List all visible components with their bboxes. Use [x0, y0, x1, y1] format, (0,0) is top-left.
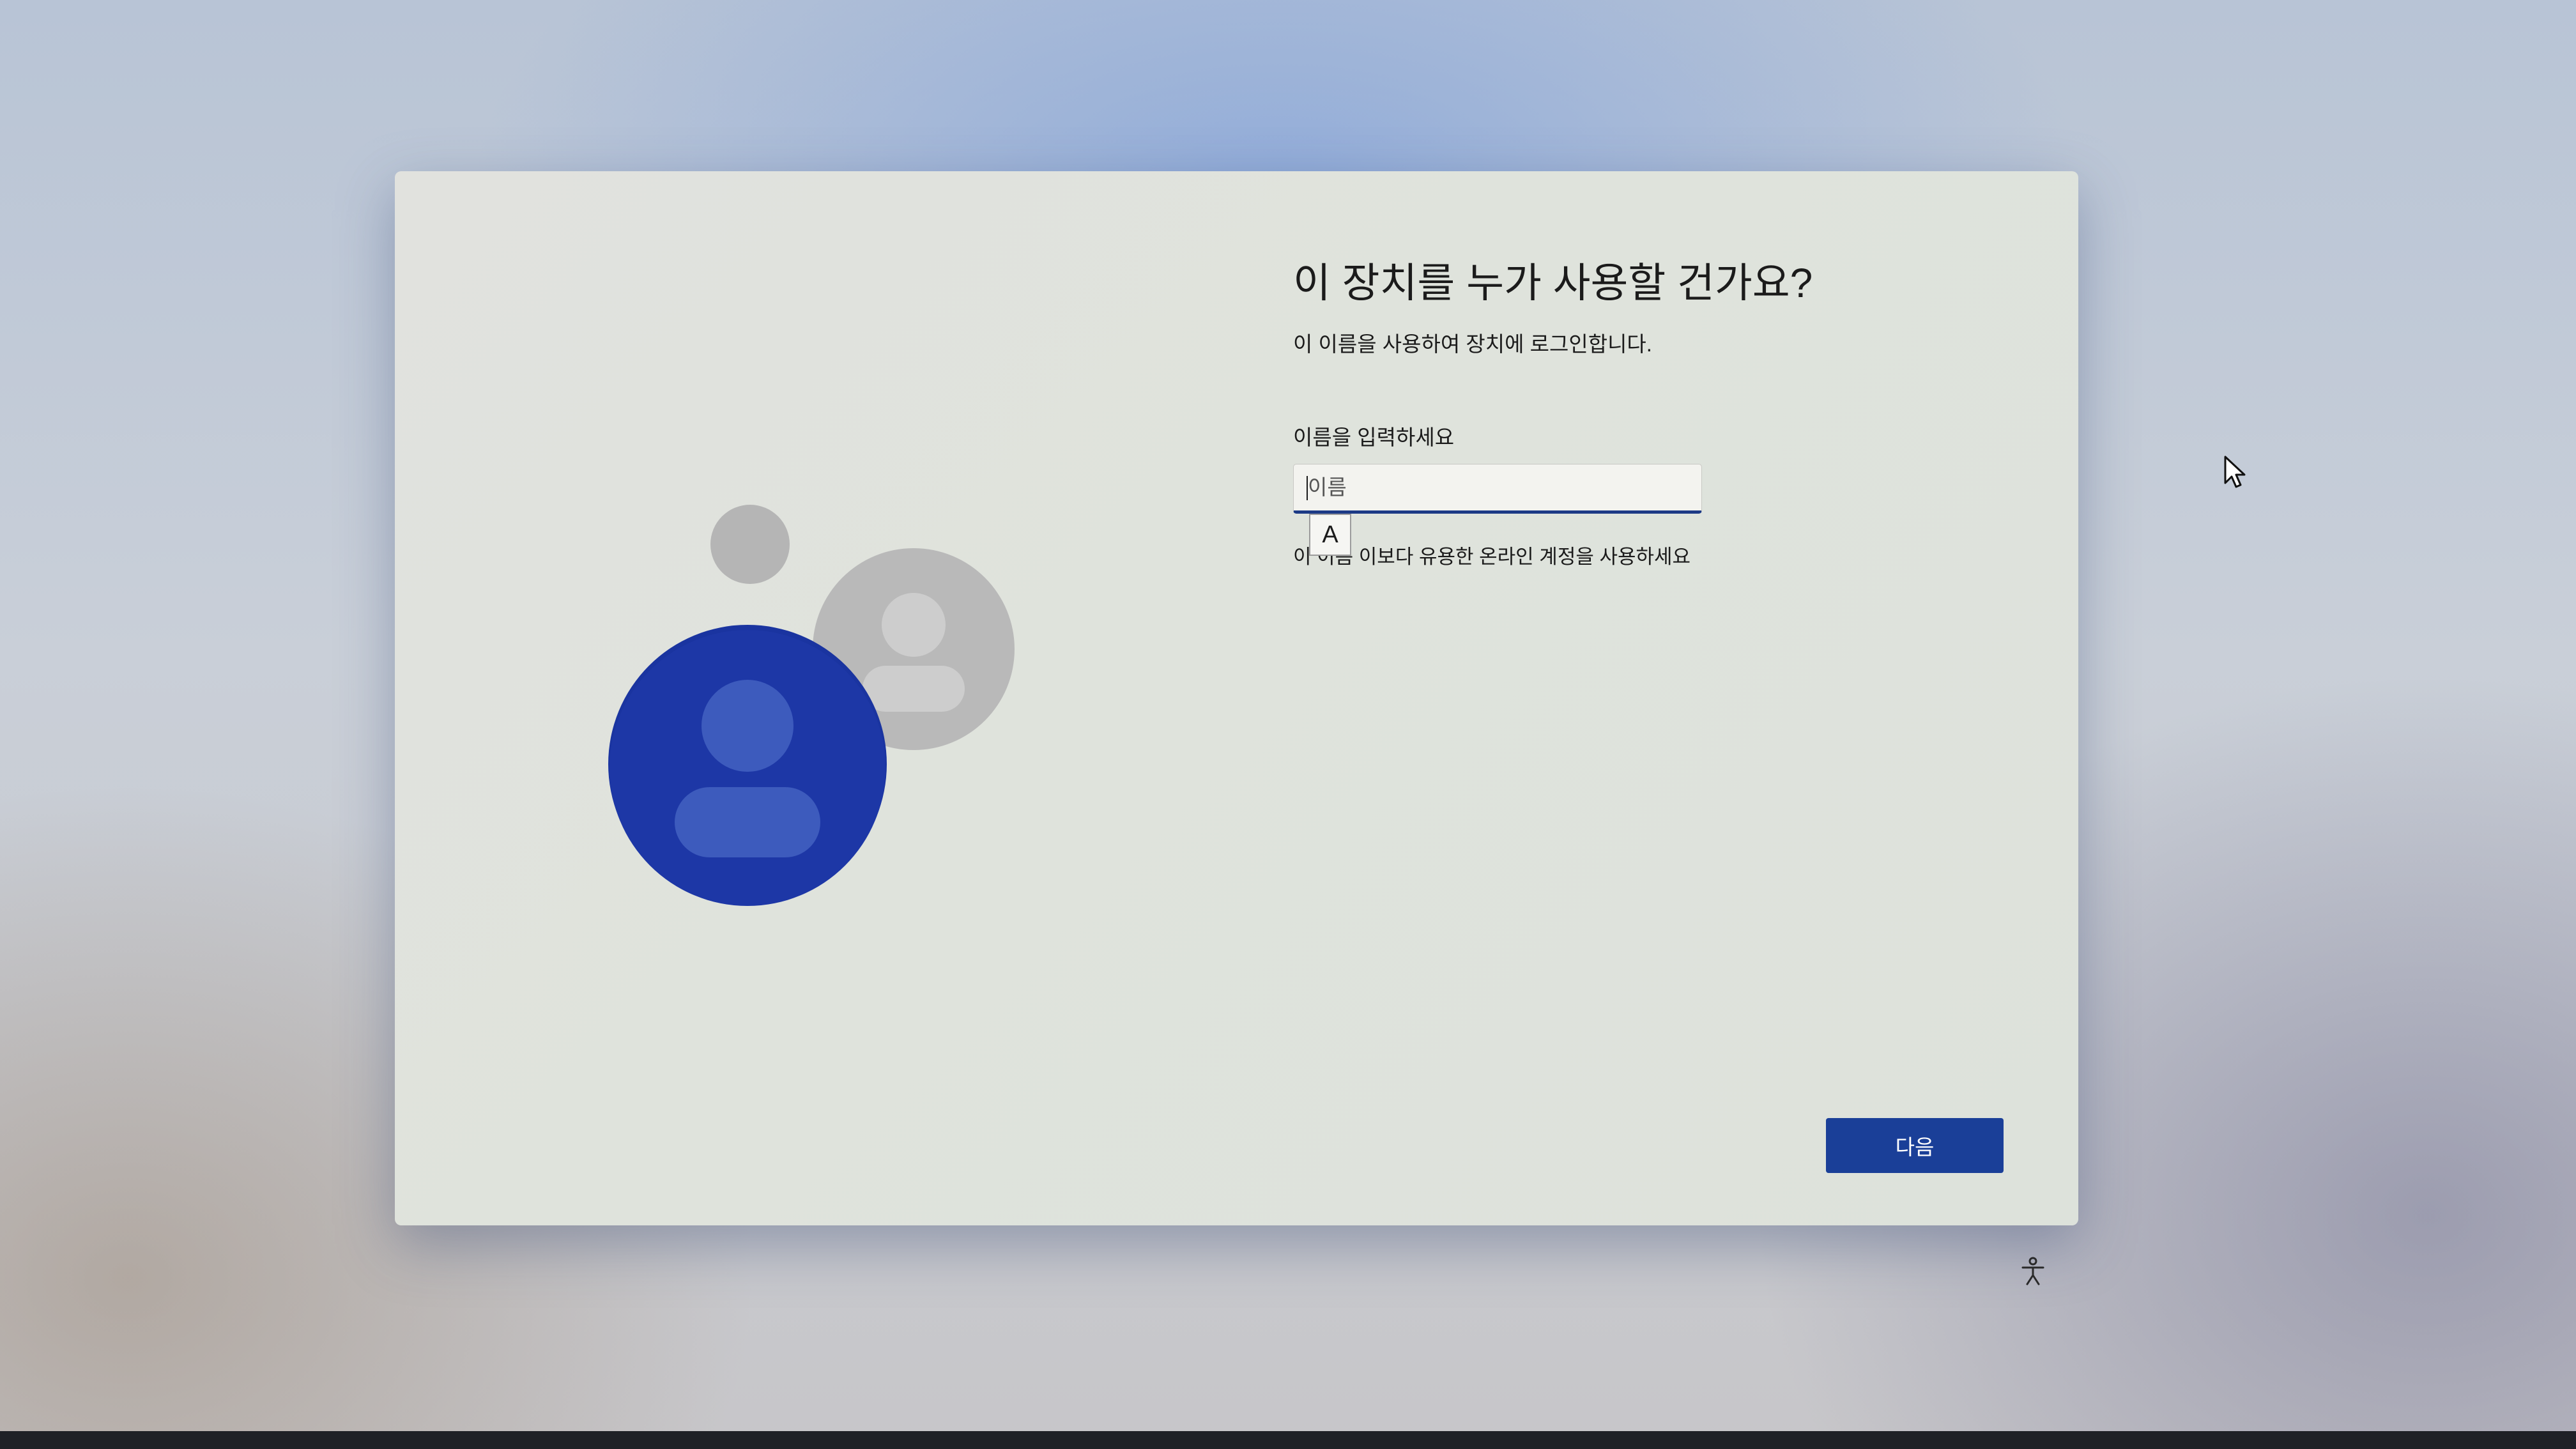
setup-window: 이 장치를 누가 사용할 건가요? 이 이름을 사용하여 장치에 로그인합니다.… — [395, 171, 2078, 1225]
text-caret — [1307, 476, 1308, 500]
user-accounts-illustration — [395, 171, 1289, 1225]
ime-mode-indicator: A — [1309, 514, 1351, 556]
next-button[interactable]: 다음 — [1826, 1118, 2004, 1173]
primary-user-icon — [608, 625, 887, 906]
page-title: 이 장치를 누가 사용할 건가요? — [1293, 260, 1813, 306]
name-input-container: A — [1293, 464, 1702, 556]
mouse-pointer-icon — [2224, 456, 2246, 488]
online-account-link[interactable]: 이 이름 이보다 유용한 온라인 계정을 사용하세요 — [1293, 543, 1996, 571]
accessibility-icon[interactable] — [2018, 1256, 2048, 1287]
name-input[interactable] — [1294, 464, 1701, 510]
page-subtitle: 이 이름을 사용하여 장치에 로그인합니다. — [1293, 332, 1652, 356]
name-field-label: 이름을 입력하세요 — [1293, 425, 1455, 449]
small-avatar-dot — [710, 505, 790, 584]
setup-content: 이 장치를 누가 사용할 건가요? 이 이름을 사용하여 장치에 로그인합니다.… — [1293, 254, 1996, 571]
screen-bottom-edge — [0, 1431, 2576, 1449]
